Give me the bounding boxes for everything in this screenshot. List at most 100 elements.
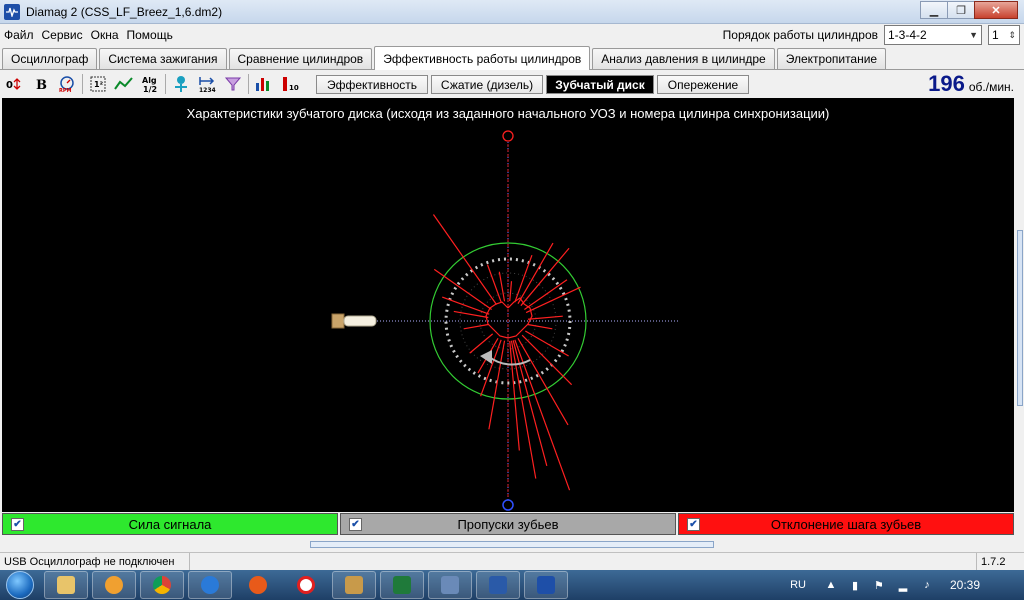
- cylinder-order-controls: Порядок работы цилиндров 1-3-4-2 ▼ 1 ⇕: [723, 25, 1020, 45]
- cylinder-order-select[interactable]: 1-3-4-2 ▼: [884, 25, 982, 45]
- deviation-spike: [463, 323, 489, 330]
- menu-file[interactable]: Файл: [0, 28, 38, 42]
- tooth-deviation-spikes: [432, 214, 581, 491]
- scale-icon[interactable]: 1²: [87, 73, 109, 95]
- diamag-icon: [537, 576, 555, 594]
- algorithm-icon[interactable]: Alg 1/2: [139, 73, 161, 95]
- start-button[interactable]: [0, 570, 40, 600]
- svg-text:10: 10: [289, 84, 299, 92]
- files-icon: [345, 576, 363, 594]
- numbering-icon[interactable]: 1234: [196, 73, 218, 95]
- view-subtabs: Эффективность Сжатие (дизель) Зубчатый д…: [316, 75, 752, 94]
- top-marker-icon: [502, 130, 514, 142]
- taskbar-files[interactable]: [332, 571, 376, 599]
- app-icon: [4, 3, 20, 20]
- taskbar-excel[interactable]: [380, 571, 424, 599]
- taskbar-ie[interactable]: [188, 571, 232, 599]
- flag-icon[interactable]: ⚑: [872, 578, 886, 592]
- yandex-browser-icon: [297, 576, 315, 594]
- taskbar-diamag[interactable]: [524, 571, 568, 599]
- checkbox-checked-icon[interactable]: ✔: [687, 518, 700, 531]
- missing-teeth-toggle[interactable]: ✔ Пропуски зубьев: [340, 513, 676, 535]
- subtab-efficiency[interactable]: Эффективность: [316, 75, 428, 94]
- cylinder-order-value: 1-3-4-2: [888, 28, 927, 42]
- scrollbar-thumb[interactable]: [1017, 230, 1023, 406]
- folder-icon: [57, 576, 75, 594]
- version-label: 1.7.2: [976, 553, 1024, 570]
- vertical-scrollbar[interactable]: [1016, 98, 1024, 512]
- checkbox-checked-icon[interactable]: ✔: [11, 518, 24, 531]
- svg-text:1234: 1234: [199, 87, 216, 93]
- battery-icon[interactable]: ▮: [848, 578, 862, 592]
- subtab-toothed-disk[interactable]: Зубчатый диск: [546, 75, 654, 94]
- taskbar-yandex[interactable]: [284, 571, 328, 599]
- system-tray: RU ▲ ▮ ⚑ ▂ ♪ 20:39: [790, 570, 1024, 600]
- chevron-down-icon: ▼: [969, 30, 978, 40]
- tree-icon[interactable]: [170, 73, 192, 95]
- cylinder-number-value: 1: [992, 28, 999, 42]
- checkbox-checked-icon[interactable]: ✔: [349, 518, 362, 531]
- deviation-spike: [525, 286, 581, 314]
- subtab-compression-diesel[interactable]: Сжатие (дизель): [431, 75, 543, 94]
- svg-text:0: 0: [6, 80, 13, 91]
- chrome-icon: [153, 576, 171, 594]
- arrows-icon[interactable]: 0: [4, 73, 26, 95]
- svg-text:RPM: RPM: [59, 88, 72, 93]
- taskbar-media[interactable]: [92, 571, 136, 599]
- minimize-button[interactable]: ▁: [920, 1, 948, 19]
- windows-logo-icon: [6, 571, 34, 599]
- language-indicator[interactable]: RU: [790, 579, 806, 591]
- close-button[interactable]: ✕: [974, 1, 1018, 19]
- bold-icon[interactable]: B: [30, 73, 52, 95]
- maximize-button[interactable]: ❐: [947, 1, 975, 19]
- taskbar-word[interactable]: [476, 571, 520, 599]
- cylinder-number-spinner[interactable]: 1 ⇕: [988, 25, 1020, 45]
- excel-icon: [393, 576, 411, 594]
- menu-windows[interactable]: Окна: [87, 28, 123, 42]
- window-controls: ▁ ❐ ✕: [920, 1, 1018, 19]
- taskbar-chrome[interactable]: [140, 571, 184, 599]
- media-player-icon: [105, 576, 123, 594]
- title-bar: Diamag 2 (CSS_LF_Breez_1,6.dm2) ▁ ❐ ✕: [0, 0, 1024, 24]
- bottom-marker-icon: [502, 499, 514, 511]
- taskbar-notepad[interactable]: [428, 571, 472, 599]
- deviation-spike: [509, 281, 513, 302]
- rpm-readout: 196 об./мин.: [928, 71, 1014, 97]
- menu-service[interactable]: Сервис: [38, 28, 87, 42]
- deviation-contour: [485, 297, 533, 339]
- clock: 20:39: [949, 578, 980, 592]
- window-title: Diamag 2 (CSS_LF_Breez_1,6.dm2): [26, 4, 223, 19]
- tab-cylinder-pressure[interactable]: Анализ давления в цилиндре: [592, 48, 775, 69]
- spinner-arrows-icon[interactable]: ⇕: [1008, 30, 1016, 41]
- rpm-gauge-icon[interactable]: RPM: [56, 73, 78, 95]
- graph-icon[interactable]: [113, 73, 135, 95]
- taskbar-app[interactable]: [236, 571, 280, 599]
- taskbar-explorer[interactable]: [44, 571, 88, 599]
- toothed-disk-plot: [331, 130, 678, 511]
- filter-icon[interactable]: [222, 73, 244, 95]
- notepad-icon: [441, 576, 459, 594]
- rotation-arrowhead-icon: [480, 350, 492, 364]
- tab-ignition-system[interactable]: Система зажигания: [99, 48, 227, 69]
- signal-strength-label: Сила сигнала: [128, 516, 212, 532]
- volume-icon[interactable]: ♪: [920, 578, 934, 592]
- status-bar: USB Осциллограф не подключен 1.7.2: [0, 552, 1024, 570]
- panel-splitter[interactable]: [310, 541, 714, 548]
- color-scale-icon[interactable]: 10: [279, 73, 301, 95]
- signal-strength-toggle[interactable]: ✔ Сила сигнала: [2, 513, 338, 535]
- tab-power-supply[interactable]: Электропитание: [776, 48, 887, 69]
- toolbar-separator: [248, 74, 249, 94]
- tab-oscilloscope[interactable]: Осциллограф: [2, 48, 98, 69]
- deviation-spike: [486, 264, 502, 303]
- network-signal-icon[interactable]: ▂: [896, 578, 910, 592]
- tooth-pitch-deviation-toggle[interactable]: ✔ Отклонение шага зубьев: [678, 513, 1014, 535]
- toolbar-separator: [82, 74, 83, 94]
- tray-expand-icon[interactable]: ▲: [824, 578, 838, 592]
- subtab-advance[interactable]: Опережение: [657, 75, 749, 94]
- menu-help[interactable]: Помощь: [123, 28, 177, 42]
- tab-cylinder-efficiency[interactable]: Эффективность работы цилиндров: [374, 46, 591, 70]
- deviation-spike: [525, 330, 569, 357]
- tab-cylinder-comparison[interactable]: Сравнение цилиндров: [228, 48, 373, 69]
- deviation-spike: [498, 271, 506, 302]
- chart-bars-icon[interactable]: [253, 73, 275, 95]
